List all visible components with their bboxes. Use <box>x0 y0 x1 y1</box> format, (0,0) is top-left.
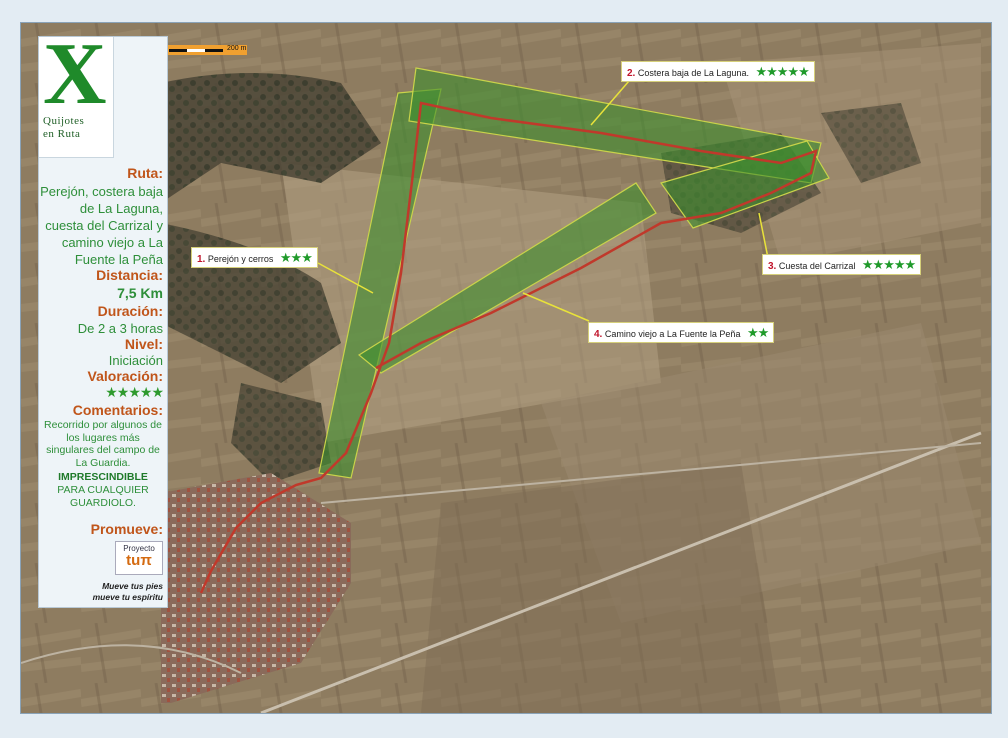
route-info-panel: X Quijotes en Ruta Ruta: Perejón, coster… <box>38 31 168 608</box>
promoter-logo[interactable]: Proyecto tuπ <box>115 541 163 575</box>
motto-line-1: Mueve tus pies <box>102 581 163 591</box>
callout-text: Cuesta del Carrizal <box>778 261 856 271</box>
ruta-value: Perejón, costera baja de La Laguna, cues… <box>40 184 163 267</box>
star-rating-icon: ★★★★★ <box>861 257 916 272</box>
comentarios-value: Recorrido por algunos de los lugares más… <box>44 419 162 469</box>
callout-number: 1. <box>197 254 206 265</box>
quijotes-logo: X Quijotes en Ruta <box>39 31 114 158</box>
valoracion-label: Valoración: <box>87 368 163 384</box>
callout-number: 4. <box>594 329 603 340</box>
ruta-label: Ruta: <box>127 165 163 181</box>
distancia-label: Distancia: <box>96 267 163 283</box>
star-rating-icon: ★★★ <box>279 250 313 265</box>
logo-text: Quijotes en Ruta <box>43 115 85 141</box>
star-rating-icon: ★★ <box>746 325 769 340</box>
duracion-value: De 2 a 3 horas <box>77 321 163 336</box>
comentarios-tail: PARA CUALQUIER GUARDIOLO. <box>57 484 149 509</box>
callout-text: Perejón y cerros <box>207 254 274 264</box>
distancia-value: 7,5 Km <box>117 285 163 301</box>
callout-number: 2. <box>627 68 636 79</box>
callout-text: Camino viejo a La Fuente la Peña <box>604 329 741 339</box>
nivel-label: Nivel: <box>124 336 163 352</box>
comentarios-label: Comentarios: <box>72 402 163 418</box>
motto-line-2: mueve tu espíritu <box>92 592 163 602</box>
callout-2[interactable]: 2. Costera baja de La Laguna. ★★★★★ <box>621 61 815 82</box>
logo-x-icon: X <box>43 26 107 123</box>
nivel-value: Iniciación <box>108 353 163 368</box>
valoracion-stars-icon: ★★★★★ <box>105 384 164 400</box>
promueve-label: Promueve: <box>90 521 163 537</box>
callout-4[interactable]: 4. Camino viejo a La Fuente la Peña ★★ <box>588 322 775 343</box>
callout-number: 3. <box>768 261 777 272</box>
comentarios-emphasis: IMPRESCINDIBLE <box>58 471 148 483</box>
tu-pi-logo-icon: tuπ <box>126 552 152 569</box>
callout-text: Costera baja de La Laguna. <box>637 68 749 78</box>
callout-3[interactable]: 3. Cuesta del Carrizal ★★★★★ <box>762 254 922 275</box>
callout-1[interactable]: 1. Perejón y cerros ★★★ <box>191 247 318 268</box>
scale-bar-label: 200 m <box>227 45 247 52</box>
star-rating-icon: ★★★★★ <box>755 64 809 79</box>
duracion-label: Duración: <box>97 303 163 319</box>
